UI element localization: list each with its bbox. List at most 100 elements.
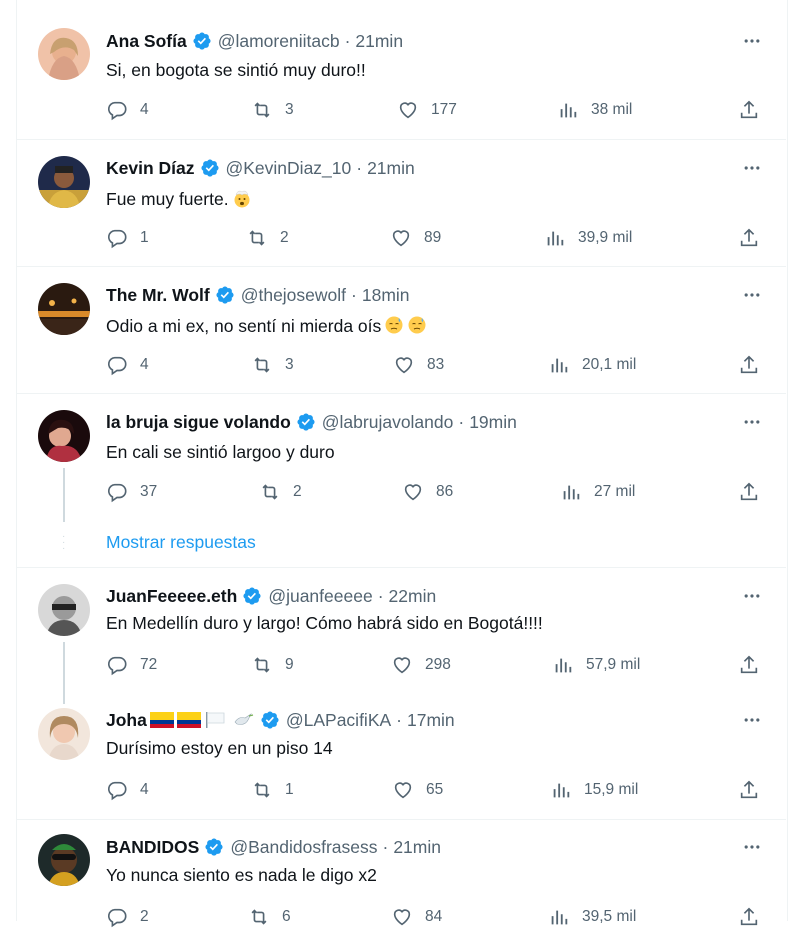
- retweet-button[interactable]: 1: [251, 779, 294, 801]
- display-name[interactable]: Joha: [106, 710, 147, 731]
- share-icon[interactable]: [738, 779, 760, 801]
- tweet-text: En Medellín duro y largo! Cómo habrá sid…: [106, 613, 543, 633]
- reply-button[interactable]: 4: [106, 99, 149, 121]
- retweet-button[interactable]: 2: [259, 481, 302, 503]
- views-button[interactable]: 27 mil: [560, 481, 635, 503]
- views-button[interactable]: 15,9 mil: [550, 779, 638, 801]
- timestamp[interactable]: 21min: [355, 31, 403, 52]
- reply-count: 1: [140, 229, 149, 246]
- avatar[interactable]: [38, 283, 90, 335]
- more-options-icon[interactable]: [740, 410, 764, 434]
- like-button[interactable]: 83: [393, 354, 444, 376]
- view-count: 39,9 mil: [578, 229, 633, 246]
- views-button[interactable]: 39,5 mil: [548, 906, 636, 928]
- verified-badge-icon: [242, 586, 262, 606]
- retweet-button[interactable]: 6: [248, 906, 291, 928]
- like-count: 298: [425, 656, 451, 673]
- tweet-header: BANDIDOS @Bandidosfrasess · 21min: [106, 835, 441, 859]
- share-icon[interactable]: [738, 654, 760, 676]
- user-handle[interactable]: @juanfeeeee: [268, 586, 372, 607]
- user-handle[interactable]: @labrujavolando: [322, 412, 454, 433]
- reply-button[interactable]: 4: [106, 354, 149, 376]
- tweet[interactable]: Kevin Díaz @KevinDiaz_10 · 21min Fue muy…: [16, 140, 786, 267]
- tweet-actions: 4 3 83 20,1 mil: [16, 354, 786, 378]
- avatar[interactable]: [38, 156, 90, 208]
- avatar[interactable]: [38, 28, 90, 80]
- share-icon[interactable]: [738, 481, 760, 503]
- timestamp[interactable]: 21min: [393, 837, 441, 858]
- avatar[interactable]: [38, 834, 90, 886]
- retweet-button[interactable]: 9: [251, 654, 294, 676]
- colombia-flag-icon: [176, 712, 201, 728]
- retweet-button[interactable]: 2: [246, 227, 289, 249]
- tweet[interactable]: Joha @LAPacifiKA · 17min Durísimo estoy …: [16, 694, 786, 820]
- reply-button[interactable]: 2: [106, 906, 149, 928]
- views-icon: [563, 485, 580, 500]
- retweet-button[interactable]: 3: [251, 354, 294, 376]
- display-name[interactable]: The Mr. Wolf: [106, 285, 210, 306]
- like-button[interactable]: 89: [390, 227, 441, 249]
- retweet-count: 3: [285, 356, 294, 373]
- more-options-icon[interactable]: [740, 708, 764, 732]
- more-options-icon[interactable]: [740, 283, 764, 307]
- views-button[interactable]: 39,9 mil: [544, 227, 632, 249]
- user-handle[interactable]: @Bandidosfrasess: [230, 837, 377, 858]
- views-button[interactable]: 57,9 mil: [552, 654, 640, 676]
- timestamp[interactable]: 19min: [469, 412, 517, 433]
- timestamp[interactable]: 17min: [407, 710, 455, 731]
- avatar[interactable]: [38, 410, 90, 462]
- heart-icon: [399, 102, 417, 119]
- views-button[interactable]: 38 mil: [557, 99, 632, 121]
- tweet[interactable]: la bruja sigue volando @labrujavolando ·…: [16, 394, 786, 568]
- verified-badge-icon: [296, 412, 316, 432]
- avatar[interactable]: [38, 584, 90, 636]
- reply-count: 4: [140, 356, 149, 373]
- more-options-icon[interactable]: [740, 29, 764, 53]
- retweet-button[interactable]: 3: [251, 99, 294, 121]
- views-button[interactable]: 20,1 mil: [548, 354, 636, 376]
- like-button[interactable]: 298: [391, 654, 451, 676]
- display-name[interactable]: la bruja sigue volando: [106, 412, 291, 433]
- like-button[interactable]: 84: [391, 906, 442, 928]
- share-icon[interactable]: [738, 99, 760, 121]
- reply-button[interactable]: 4: [106, 779, 149, 801]
- more-options-icon[interactable]: [740, 835, 764, 859]
- share-icon[interactable]: [738, 906, 760, 928]
- more-options-icon[interactable]: [740, 156, 764, 180]
- timestamp[interactable]: 22min: [389, 586, 437, 607]
- show-replies-link[interactable]: Mostrar respuestas: [106, 532, 256, 553]
- display-name[interactable]: JuanFeeeee.eth: [106, 586, 237, 607]
- tweet[interactable]: JuanFeeeee.eth @juanfeeeee · 22min En Me…: [16, 568, 786, 704]
- reply-icon: [108, 356, 127, 376]
- view-count: 38 mil: [591, 101, 633, 118]
- tweet[interactable]: BANDIDOS @Bandidosfrasess · 21min Yo nun…: [16, 820, 786, 928]
- timestamp[interactable]: 18min: [362, 285, 410, 306]
- reply-button[interactable]: 37: [106, 481, 157, 503]
- view-count: 20,1 mil: [582, 356, 637, 373]
- reply-button[interactable]: 1: [106, 227, 149, 249]
- share-icon[interactable]: [738, 227, 760, 249]
- display-name[interactable]: Ana Sofía: [106, 31, 187, 52]
- like-button[interactable]: 65: [392, 779, 443, 801]
- user-handle[interactable]: @lamoreniitacb: [218, 31, 340, 52]
- like-button[interactable]: 177: [397, 99, 457, 121]
- user-handle[interactable]: @LAPacifiKA: [286, 710, 391, 731]
- timestamp[interactable]: 21min: [367, 158, 415, 179]
- user-handle[interactable]: @KevinDiaz_10: [226, 158, 352, 179]
- tweet-text: Fue muy fuerte.: [106, 188, 252, 210]
- tweet[interactable]: Ana Sofía @lamoreniitacb · 21min Si, en …: [16, 0, 786, 140]
- thread-dots: · · ·: [62, 531, 66, 554]
- more-options-icon[interactable]: [740, 584, 764, 608]
- user-handle[interactable]: @thejosewolf: [241, 285, 346, 306]
- display-name[interactable]: BANDIDOS: [106, 837, 199, 858]
- views-icon: [551, 358, 568, 373]
- avatar[interactable]: [38, 708, 90, 760]
- tweet[interactable]: The Mr. Wolf @thejosewolf · 18min Odio a…: [16, 267, 786, 394]
- verified-badge-icon: [215, 285, 235, 305]
- share-icon[interactable]: [738, 354, 760, 376]
- reply-icon: [108, 781, 127, 801]
- separator-dot: ·: [396, 709, 402, 730]
- like-button[interactable]: 86: [402, 481, 453, 503]
- reply-button[interactable]: 72: [106, 654, 157, 676]
- display-name[interactable]: Kevin Díaz: [106, 158, 195, 179]
